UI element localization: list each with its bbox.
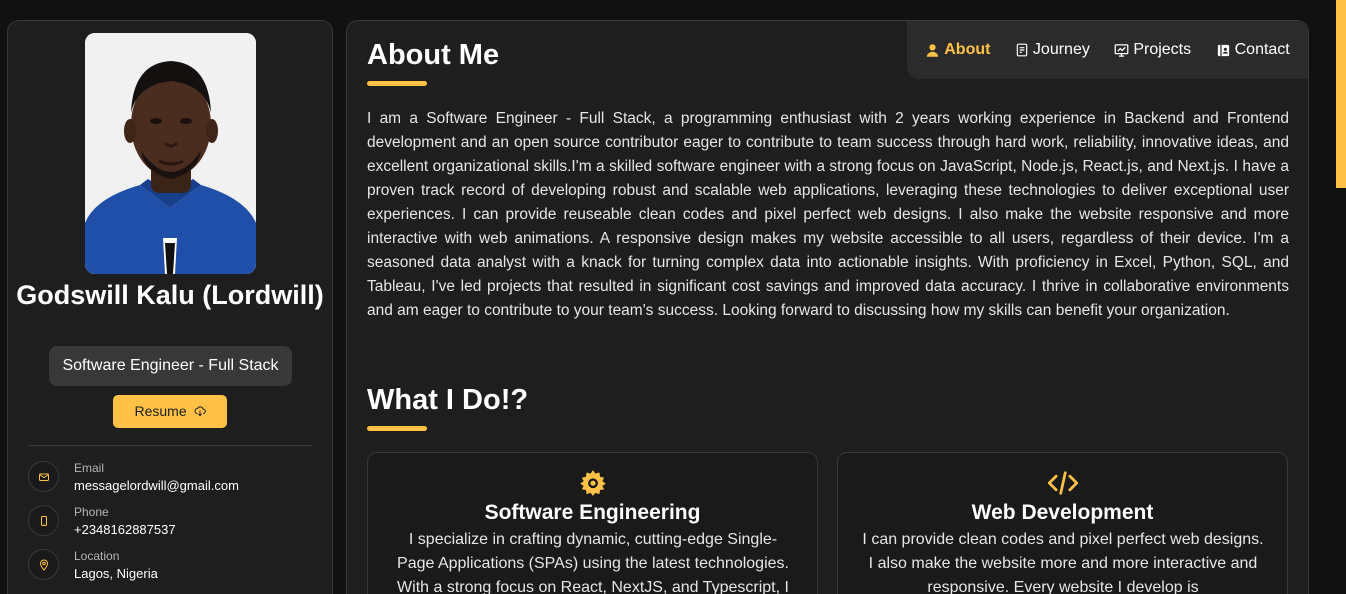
main-content: About Journey Projects Contact About Me … (346, 20, 1309, 594)
job-title-badge: Software Engineer - Full Stack (49, 346, 292, 386)
service-title: Software Engineering (484, 501, 701, 524)
contact-phone: Phone +2348162887537 (28, 505, 318, 541)
top-navbar: About Journey Projects Contact (907, 21, 1308, 79)
cloud-download-icon (194, 406, 206, 417)
contact-email: Email messagelordwill@gmail.com (28, 461, 318, 497)
location-value: Lagos, Nigeria (74, 566, 158, 581)
nav-about[interactable]: About (925, 41, 990, 59)
scrollbar-thumb[interactable] (1336, 0, 1346, 188)
service-title: Web Development (971, 501, 1154, 524)
profile-sidebar: Godswill Kalu (Lordwill) Software Engine… (7, 20, 333, 594)
services-heading: What I Do!? (367, 384, 529, 416)
resume-label: Resume (134, 403, 187, 419)
contact-label: Email (74, 461, 105, 475)
about-heading: About Me (367, 39, 500, 71)
nav-projects[interactable]: Projects (1114, 41, 1191, 59)
profile-photo (85, 33, 256, 274)
phone-icon (28, 505, 59, 536)
code-icon (1047, 471, 1078, 495)
user-icon (927, 43, 939, 57)
service-card-software-engineering: Software Engineering I specialize in cra… (367, 452, 818, 594)
mail-icon (28, 461, 59, 492)
page-scrollbar[interactable] (1336, 0, 1346, 594)
nav-projects-label: Projects (1133, 41, 1192, 58)
document-icon (1016, 43, 1028, 57)
nav-journey[interactable]: Journey (1015, 41, 1090, 59)
presentation-icon (1114, 43, 1129, 57)
nav-journey-label: Journey (1032, 41, 1090, 58)
sidebar-separator (28, 445, 312, 446)
about-underline (367, 81, 427, 86)
service-description: I specialize in crafting dynamic, cuttin… (397, 531, 789, 594)
contact-book-icon (1217, 44, 1229, 56)
portfolio-page: Godswill Kalu (Lordwill) Software Engine… (0, 0, 1346, 594)
contact-label: Phone (74, 505, 109, 519)
profile-name: Godswill Kalu (Lordwill) (16, 280, 324, 310)
contact-label: Location (74, 549, 120, 563)
location-icon (28, 549, 59, 580)
service-card-web-development: Web Development I can provide clean code… (837, 452, 1288, 594)
about-text: I am a Software Engineer - Full Stack, a… (367, 110, 1289, 319)
gear-icon (579, 470, 606, 496)
email-link[interactable]: messagelordwill@gmail.com (74, 478, 239, 493)
contact-location: Location Lagos, Nigeria (28, 549, 318, 585)
service-description: I can provide clean codes and pixel perf… (862, 531, 1264, 594)
services-underline (367, 426, 427, 431)
phone-link[interactable]: +2348162887537 (74, 522, 176, 537)
nav-about-label: About (944, 41, 991, 58)
avatar (85, 33, 256, 274)
nav-contact[interactable]: Contact (1216, 41, 1290, 59)
resume-button[interactable]: Resume (113, 395, 227, 428)
nav-contact-label: Contact (1234, 41, 1290, 58)
